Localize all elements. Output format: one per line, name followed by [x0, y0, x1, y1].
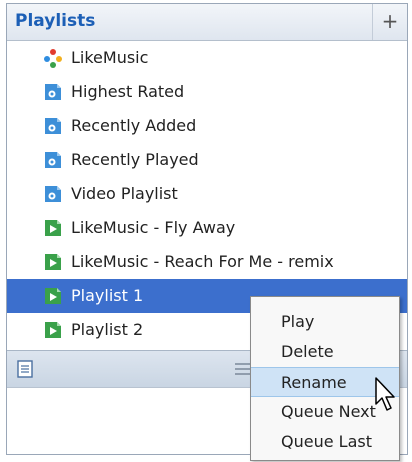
menu-item-queue-last[interactable]: Queue Last: [251, 427, 399, 457]
document-icon[interactable]: [17, 360, 33, 378]
playlist-item-recently-added[interactable]: Recently Added: [7, 109, 407, 143]
menu-item-label: Queue Next: [281, 402, 376, 421]
smart-playlist-icon: [45, 152, 61, 168]
playlist-item-reach-for-me[interactable]: LikeMusic - Reach For Me - remix: [7, 245, 407, 279]
playlist-item-fly-away[interactable]: LikeMusic - Fly Away: [7, 211, 407, 245]
smart-playlist-icon: [45, 186, 61, 202]
playlists-title: Playlists: [15, 11, 96, 31]
playlist-label: Highest Rated: [71, 82, 185, 101]
mouse-pointer-icon: [375, 377, 395, 411]
playlist-label: LikeMusic: [71, 48, 149, 67]
menu-item-label: Queue Last: [281, 432, 372, 451]
menu-item-label: Rename: [281, 373, 347, 392]
playlist-label: LikeMusic - Fly Away: [71, 218, 236, 237]
menu-item-label: Play: [281, 312, 315, 331]
playlist-item-likemusic[interactable]: LikeMusic: [7, 41, 407, 75]
likemusic-logo-icon: [44, 49, 62, 68]
menu-item-delete[interactable]: Delete: [251, 337, 399, 367]
playlist-label: Video Playlist: [71, 184, 178, 203]
playlist-label: Recently Added: [71, 116, 197, 135]
menu-item-play[interactable]: Play: [251, 307, 399, 337]
playlist-icon: [45, 220, 61, 236]
playlist-label: Recently Played: [71, 150, 199, 169]
smart-playlist-icon: [45, 118, 61, 134]
smart-playlist-icon: [45, 84, 61, 100]
playlist-item-recently-played[interactable]: Recently Played: [7, 143, 407, 177]
playlist-label: Playlist 1: [71, 286, 144, 305]
menu-item-label: Delete: [281, 342, 334, 361]
playlist-icon: [45, 254, 61, 270]
add-playlist-button[interactable]: +: [372, 4, 407, 40]
playlist-item-video-playlist[interactable]: Video Playlist: [7, 177, 407, 211]
playlist-label: Playlist 2: [71, 320, 144, 339]
playlist-label: LikeMusic - Reach For Me - remix: [71, 252, 334, 271]
playlists-header: Playlists +: [7, 4, 407, 41]
playlist-icon: [45, 288, 61, 304]
playlist-item-highest-rated[interactable]: Highest Rated: [7, 75, 407, 109]
playlist-icon: [45, 322, 61, 338]
